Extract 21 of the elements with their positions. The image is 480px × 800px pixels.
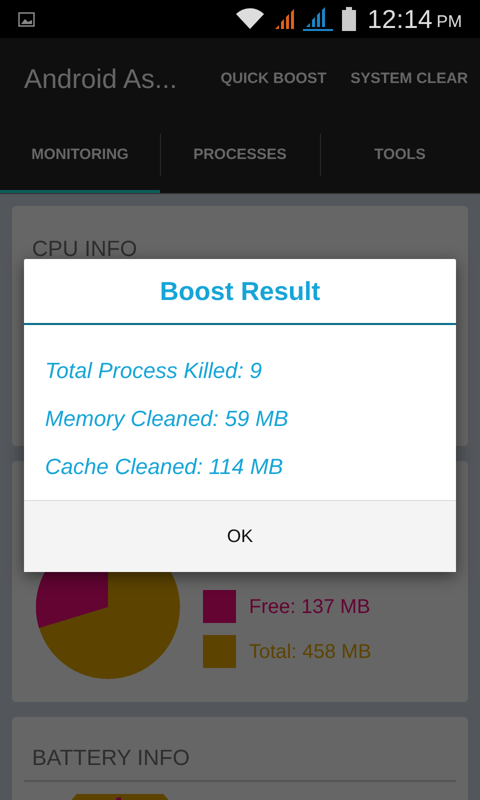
result-line: Memory Cleaned: 59 MB <box>45 405 290 432</box>
app-title: Android As... <box>24 62 178 96</box>
legend-label: Free: 137 MB <box>249 594 370 620</box>
legend-label: Total: 458 MB <box>249 640 372 664</box>
tab[interactable]: PROCESSES <box>160 120 320 193</box>
card-title: BATTERY INFO <box>32 745 190 770</box>
battery-icon <box>341 7 358 31</box>
image-icon <box>18 12 35 26</box>
ok-button[interactable]: OK <box>24 500 456 572</box>
clock-ampm: PM <box>436 12 462 30</box>
signal-icon <box>303 6 334 32</box>
tab[interactable]: TOOLS <box>320 120 480 193</box>
dialog-title: Boost Result <box>160 274 320 308</box>
result-line: Cache Cleaned: 114 MB <box>45 453 284 480</box>
action-button[interactable]: SYSTEM CLEAR <box>338 54 480 104</box>
card-title: CPU INFO <box>32 236 138 261</box>
clock-time: 12:14 <box>367 6 432 32</box>
result-line: Total Process Killed: 9 <box>45 357 263 384</box>
tab[interactable]: MONITORING <box>0 120 160 193</box>
action-button[interactable]: QUICK BOOST <box>208 54 338 104</box>
wifi-icon <box>235 8 266 30</box>
